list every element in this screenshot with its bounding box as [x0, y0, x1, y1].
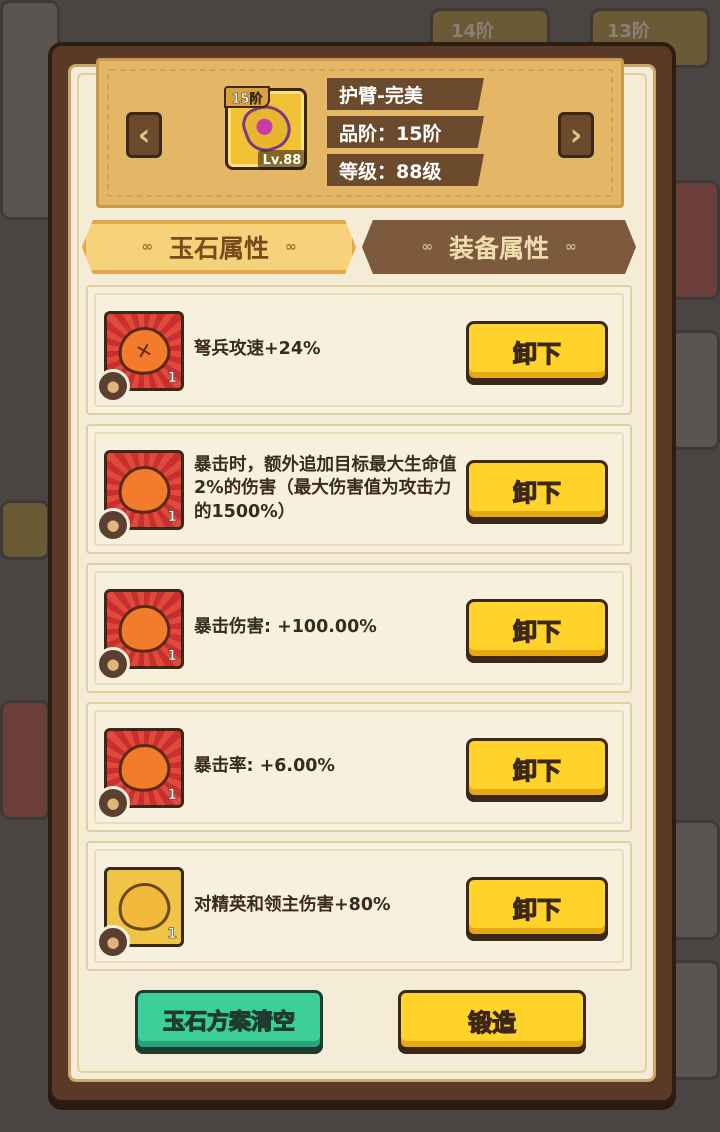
tab-jade-attributes[interactable]: ∞ 玉石属性 ∞ [82, 220, 356, 274]
item-level-badge: Lv.88 [258, 150, 306, 170]
chevron-right-icon: › [569, 117, 583, 153]
bg-card [670, 960, 720, 1080]
unequip-button[interactable]: 卸下 [466, 877, 608, 937]
gem-effect-text: 弩兵攻速+24% [194, 339, 321, 360]
gem-seed-icon: ● [96, 647, 130, 681]
gem-row: 1 ● 暴击时，额外追加目标最大生命值2%的伤害（最大伤害值为攻击力的1500%… [86, 424, 632, 554]
gem-effect-text: 暴击伤害: +100.00% [194, 617, 377, 638]
bg-card [670, 820, 720, 940]
tab-equipment-attributes[interactable]: ∞ 装备属性 ∞ [362, 220, 636, 274]
tab-label: 装备属性 [448, 234, 549, 263]
ornament-icon: ∞ [285, 239, 297, 255]
gem-row: 1 ● 对精英和领主伤害+80% 卸下 [86, 841, 632, 971]
unequip-button[interactable]: 卸下 [466, 321, 608, 381]
gem-effect-text: 暴击率: +6.00% [194, 756, 335, 777]
gem-effect-text: 暴击时，额外追加目标最大生命值2%的伤害（最大伤害值为攻击力的1500%） [194, 454, 457, 522]
item-name: 护臂-完美 [327, 78, 484, 110]
next-item-button[interactable]: › [558, 112, 594, 158]
ornament-icon: ∞ [421, 239, 433, 255]
gem-seed-icon: ● [96, 786, 130, 820]
item-quality: 品阶：15阶 [327, 116, 484, 148]
tab-label: 玉石属性 [168, 234, 269, 263]
ornament-icon: ∞ [141, 239, 153, 255]
gem-row: ✕ 1 ● 弩兵攻速+24% 卸下 [86, 285, 632, 415]
forge-button[interactable]: 锻造 [398, 990, 586, 1050]
bg-card [0, 500, 50, 560]
gem-count: 1 [167, 926, 177, 943]
bg-card [0, 700, 50, 820]
gem-seed-icon: ● [96, 925, 130, 959]
ornament-icon: ∞ [565, 239, 577, 255]
bg-card [670, 180, 720, 300]
gem-effect-text: 对精英和领主伤害+80% [194, 895, 391, 916]
gem-row: 1 ● 暴击伤害: +100.00% 卸下 [86, 563, 632, 693]
chevron-left-icon: ‹ [137, 117, 151, 153]
item-tier-badge: 15阶 [224, 86, 270, 108]
unequip-button[interactable]: 卸下 [466, 460, 608, 520]
gem-count: 1 [167, 787, 177, 804]
bg-card [670, 330, 720, 450]
gem-seed-icon: ● [96, 508, 130, 542]
gem-row: 1 ● 暴击率: +6.00% 卸下 [86, 702, 632, 832]
gem-count: 1 [167, 648, 177, 665]
gem-count: 1 [167, 509, 177, 526]
gem-count: 1 [167, 370, 177, 387]
unequip-button[interactable]: 卸下 [466, 599, 608, 659]
bg-tier-tag: 13阶 [607, 21, 651, 42]
item-level: 等级：88级 [327, 154, 484, 186]
unequip-button[interactable]: 卸下 [466, 738, 608, 798]
bg-tier-tag: 14阶 [451, 21, 495, 42]
previous-item-button[interactable]: ‹ [126, 112, 162, 158]
gem-seed-icon: ● [96, 369, 130, 403]
clear-jade-plan-button[interactable]: 玉石方案清空 [135, 990, 323, 1050]
